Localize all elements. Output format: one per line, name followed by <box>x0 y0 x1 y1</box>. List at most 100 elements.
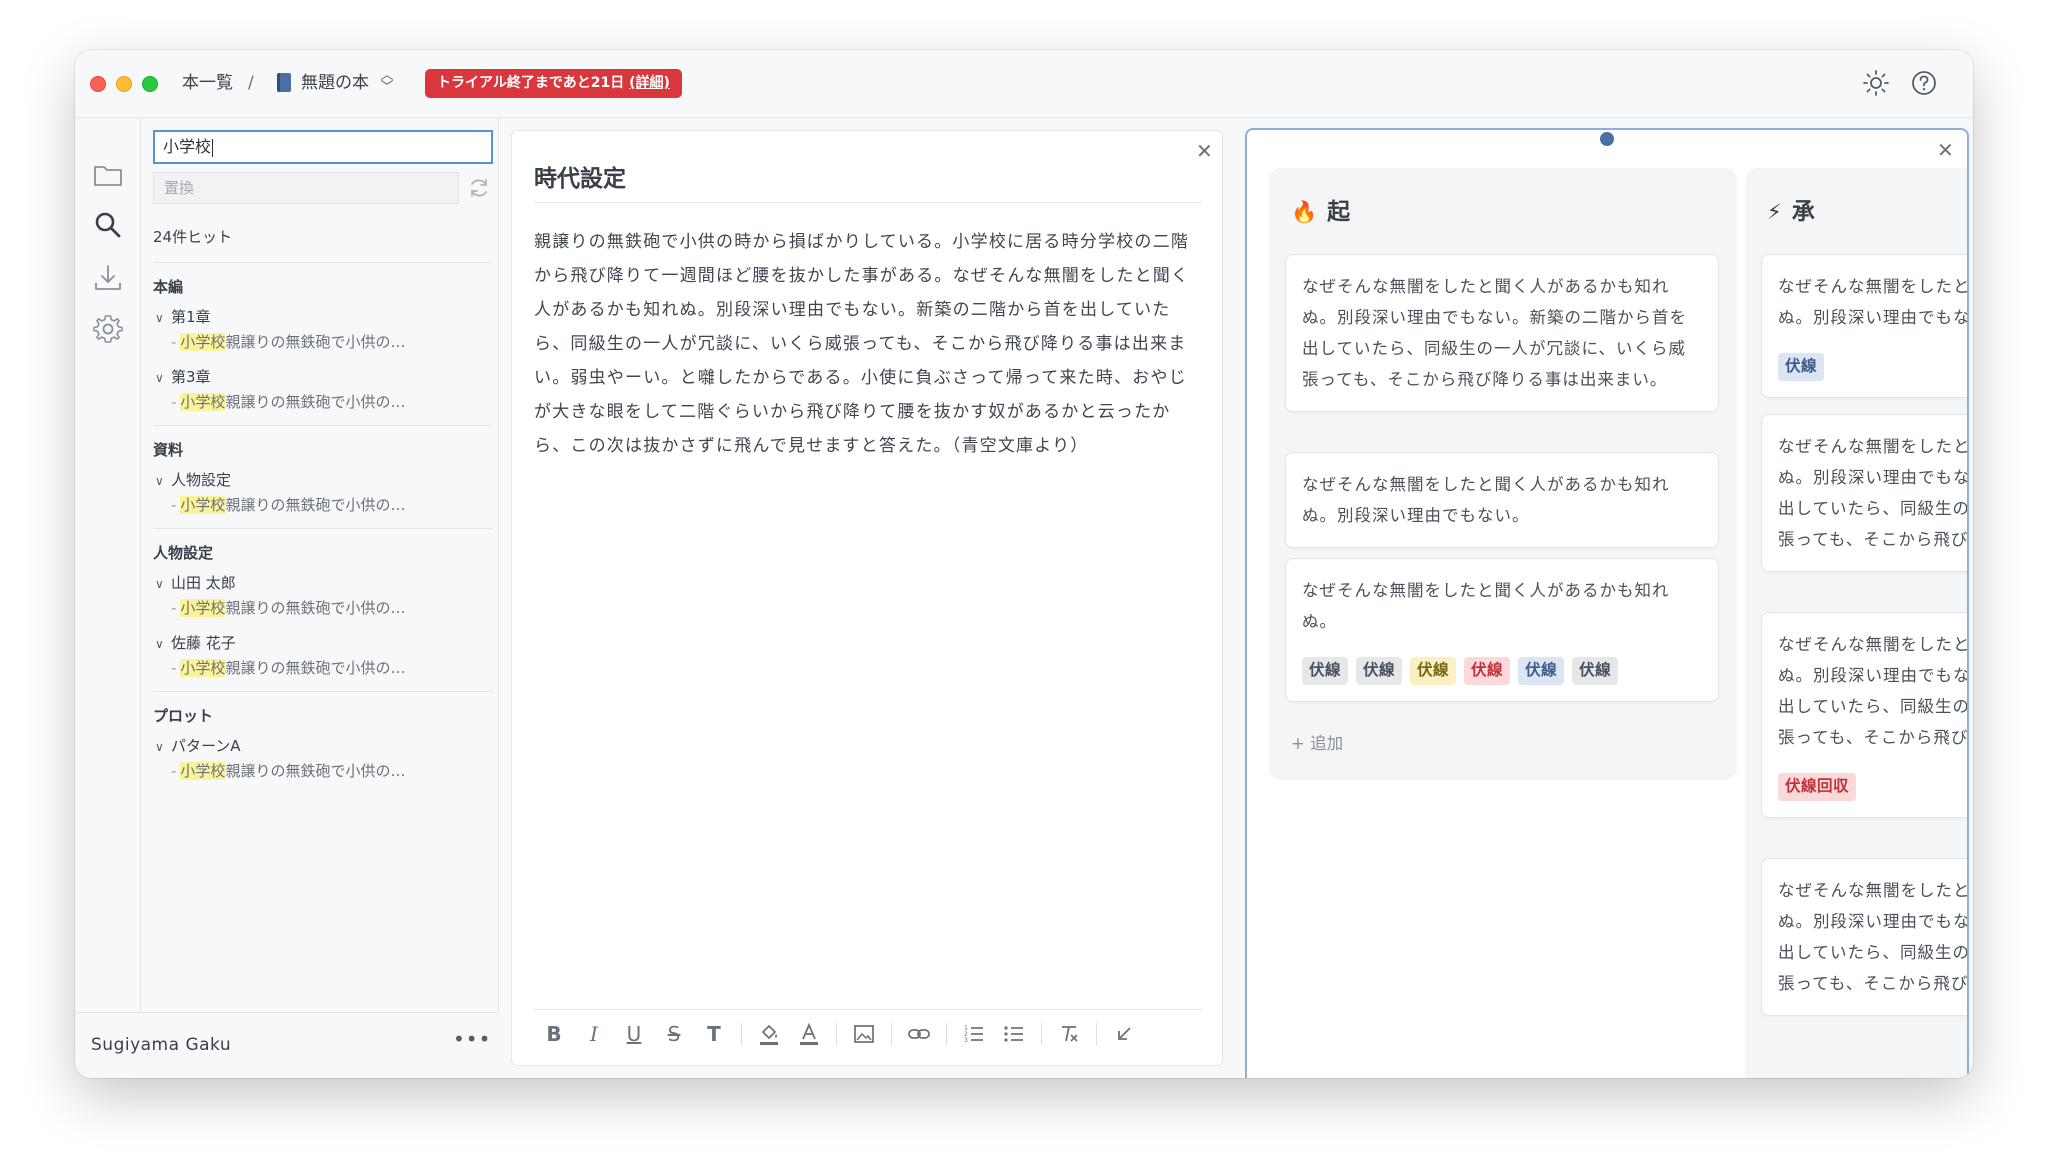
match-text: 親譲りの無鉄砲で小供の… <box>225 496 406 514</box>
match-text: 親譲りの無鉄砲で小供の… <box>225 333 406 351</box>
plot-card[interactable]: なぜそんな無闇をしたと聞く人があるかも知れぬ。別段深い理由でもない。新築の二階か… <box>1761 612 1967 818</box>
image-icon[interactable] <box>844 1014 884 1054</box>
plot-card[interactable]: なぜそんな無闇をしたと聞く人があるかも知れぬ。別段深い理由でもない。新築の二階か… <box>1761 858 1969 1016</box>
breadcrumb-home[interactable]: 本一覧 <box>182 71 233 95</box>
result-match[interactable]: - 小学校親譲りの無鉄砲で小供の… <box>153 329 493 355</box>
window-close-button[interactable] <box>90 76 106 92</box>
user-bar: Sugiyama Gaku ••• <box>75 1012 499 1078</box>
tag[interactable]: 伏線 <box>1464 657 1511 685</box>
result-match[interactable]: - 小学校親譲りの無鉄砲で小供の… <box>153 758 493 784</box>
tag[interactable]: 伏線 <box>1302 657 1349 685</box>
download-icon[interactable] <box>91 261 125 295</box>
book-icon <box>277 73 291 92</box>
match-highlight: 小学校 <box>180 659 226 677</box>
fire-icon: 🔥 <box>1291 200 1318 224</box>
plot-board: ✕ 🔥 起 なぜそんな無闇をしたと聞く人があるかも知れぬ。別段深い理由でもない。新… <box>1245 128 1969 1078</box>
editor-pane: ✕ 時代設定 親譲りの無鉄砲で小供の時から損ばかりしている。小学校に居る時分学校… <box>511 130 1223 1066</box>
window-zoom-button[interactable] <box>142 76 158 92</box>
match-highlight: 小学校 <box>180 762 226 780</box>
result-file[interactable]: ∨ 第1章 <box>153 305 493 329</box>
column-header[interactable]: 🔥 起 <box>1291 192 1350 226</box>
column-title: 承 <box>1791 199 1815 225</box>
tag[interactable]: 伏線 <box>1572 657 1619 685</box>
fill-color-icon[interactable] <box>749 1014 789 1054</box>
result-group-title: 本編 <box>153 278 184 296</box>
strikethrough-icon[interactable]: S <box>654 1014 694 1054</box>
window-minimize-button[interactable] <box>116 76 132 92</box>
result-group-title: 人物設定 <box>153 544 214 562</box>
close-icon[interactable]: ✕ <box>1937 140 1954 160</box>
search-results: 本編 ∨ 第1章 - 小学校親譲りの無鉄砲で小供の… ∨ 第3章 - 小学校親譲りの無鉄… <box>153 262 493 794</box>
text-style-icon[interactable]: T <box>694 1014 734 1054</box>
chevron-down-icon: ∨ <box>155 371 164 385</box>
link-icon[interactable] <box>899 1014 939 1054</box>
match-text: 親譲りの無鉄砲で小供の… <box>225 393 406 411</box>
tag[interactable]: 伏線 <box>1356 657 1403 685</box>
bold-icon[interactable]: B <box>534 1014 574 1054</box>
bullet-list-icon[interactable] <box>994 1014 1034 1054</box>
result-match[interactable]: - 小学校親譲りの無鉄砲で小供の… <box>153 595 493 621</box>
result-file[interactable]: ∨ 山田 太郎 <box>153 571 493 595</box>
replace-all-icon[interactable] <box>467 176 491 200</box>
plot-card[interactable]: なぜそんな無闇をしたと聞く人があるかも知れぬ。別段深い理由でもない。新築の二階か… <box>1761 414 1969 572</box>
result-match[interactable]: - 小学校親譲りの無鉄砲で小供の… <box>153 389 493 415</box>
document-title[interactable]: 時代設定 <box>534 159 1202 203</box>
tag[interactable]: 伏線 <box>1778 353 1825 381</box>
result-file[interactable]: ∨ 人物設定 <box>153 468 493 492</box>
board-column: ⚡承 なぜそんな無闇をしたと聞く人があるかも知れぬ。別段深い理由でもない。 伏線… <box>1745 168 1969 1078</box>
user-name[interactable]: Sugiyama Gaku <box>91 1035 231 1055</box>
replace-input[interactable]: 置換 <box>153 172 459 204</box>
breadcrumb-book-title[interactable]: 無題の本 <box>301 71 369 95</box>
column-header[interactable]: ⚡ 承 <box>1767 192 1815 226</box>
result-file-name: 山田 太郎 <box>171 574 236 592</box>
card-text: なぜそんな無闇をしたと聞く人があるかも知れぬ。別段深い理由でもない。新築の二階か… <box>1778 437 1969 549</box>
result-match[interactable]: - 小学校親譲りの無鉄砲で小供の… <box>153 492 493 518</box>
resize-handle[interactable] <box>1600 132 1614 146</box>
collapse-icon[interactable] <box>1104 1014 1144 1054</box>
search-input[interactable]: 小学校 <box>153 130 493 164</box>
result-file[interactable]: ∨ 第3章 <box>153 365 493 389</box>
tag-list: 伏線回収 <box>1778 773 1967 801</box>
font-color-icon[interactable] <box>789 1014 829 1054</box>
close-icon[interactable]: ✕ <box>1196 141 1213 161</box>
more-icon[interactable]: ••• <box>453 1027 491 1051</box>
sun-icon[interactable] <box>1861 68 1891 98</box>
folder-icon[interactable] <box>91 158 125 192</box>
trial-detail-link[interactable]: (詳細) <box>629 75 670 91</box>
result-file-name: 人物設定 <box>171 471 232 489</box>
plot-card[interactable]: なぜそんな無闇をしたと聞く人があるかも知れぬ。別段深い理由でもない。新築の二階か… <box>1285 254 1719 412</box>
card-text: なぜそんな無闇をしたと聞く人があるかも知れぬ。別段深い理由でもない。 <box>1302 475 1670 525</box>
tag[interactable]: 伏線回収 <box>1778 773 1857 801</box>
plot-card[interactable]: なぜそんな無闇をしたと聞く人があるかも知れぬ。 伏線 伏線 伏線 伏線 伏線 伏… <box>1285 558 1719 702</box>
trial-badge-text: トライアル終了まであと21日 <box>437 75 625 91</box>
search-icon[interactable] <box>91 208 125 242</box>
result-file-name: 第3章 <box>171 368 211 386</box>
underline-icon[interactable]: U <box>614 1014 654 1054</box>
trial-badge[interactable]: トライアル終了まであと21日 (詳細) <box>425 69 682 98</box>
result-file[interactable]: ∨ パターンA <box>153 734 493 758</box>
tag[interactable]: 伏線 <box>1518 657 1565 685</box>
match-text: 親譲りの無鉄砲で小供の… <box>225 762 406 780</box>
svg-text:3: 3 <box>964 1037 968 1044</box>
match-text: 親譲りの無鉄砲で小供の… <box>225 659 406 677</box>
help-icon[interactable] <box>1909 68 1939 98</box>
plot-card[interactable]: なぜそんな無闇をしたと聞く人があるかも知れぬ。別段深い理由でもない。 伏線 <box>1761 254 1967 398</box>
result-file-name: 第1章 <box>171 308 211 326</box>
clear-format-icon[interactable] <box>1049 1014 1089 1054</box>
lightning-icon: ⚡ <box>1767 200 1782 224</box>
card-text: なぜそんな無闇をしたと聞く人があるかも知れぬ。別段深い理由でもない。新築の二階か… <box>1302 277 1687 389</box>
chevron-updown-icon[interactable]: ︿ ﹀ <box>380 69 394 94</box>
gear-icon[interactable] <box>91 312 125 346</box>
result-match[interactable]: - 小学校親譲りの無鉄砲で小供の… <box>153 655 493 681</box>
tag[interactable]: 伏線 <box>1410 657 1457 685</box>
hit-count: 24件ヒット <box>153 228 233 246</box>
ordered-list-icon[interactable]: 123 <box>954 1014 994 1054</box>
italic-icon[interactable]: I <box>574 1014 614 1054</box>
plot-card[interactable]: なぜそんな無闇をしたと聞く人があるかも知れぬ。別段深い理由でもない。 <box>1285 452 1719 548</box>
card-text: なぜそんな無闇をしたと聞く人があるかも知れぬ。別段深い理由でもない。新築の二階か… <box>1778 881 1969 993</box>
add-card-button[interactable]: + 追加 <box>1291 730 1343 754</box>
title-bar: 本一覧 / 無題の本 ︿ ﹀ トライアル終了まであと21日 (詳細) <box>75 50 1973 118</box>
document-body[interactable]: 親譲りの無鉄砲で小供の時から損ばかりしている。小学校に居る時分学校の二階から飛び… <box>534 225 1202 463</box>
result-file[interactable]: ∨ 佐藤 花子 <box>153 631 493 655</box>
chevron-down-icon: ∨ <box>155 577 164 591</box>
